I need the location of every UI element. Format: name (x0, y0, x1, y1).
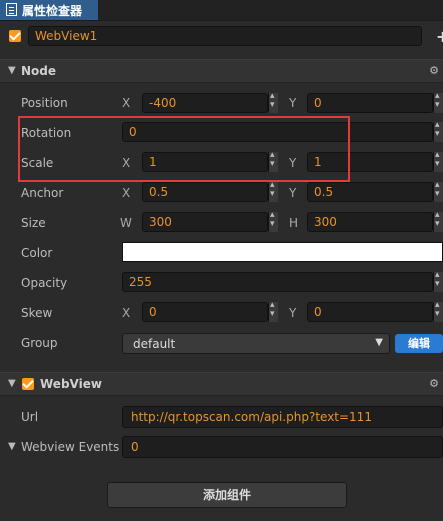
node-enabled-checkbox[interactable] (9, 30, 21, 42)
collapse-arrow-icon[interactable]: ▼ (8, 378, 16, 389)
size-label: Size (21, 216, 46, 230)
position-label: Position (21, 96, 68, 110)
group-select[interactable]: default ▼ (122, 333, 390, 354)
group-select-value: default (133, 337, 176, 351)
dropdown-caret-icon: ▼ (375, 337, 383, 348)
anchor-x-stepper[interactable] (268, 180, 278, 202)
size-h-axis: H (289, 216, 299, 230)
gear-icon[interactable]: ⚙ (429, 64, 439, 77)
size-h-stepper[interactable] (433, 210, 443, 232)
position-x-stepper[interactable] (268, 91, 278, 113)
add-component-button[interactable]: 添加组件 (107, 482, 347, 508)
node-section-title: Node (21, 64, 57, 78)
group-label: Group (21, 336, 58, 350)
skew-x-input[interactable]: 0 (142, 302, 268, 322)
gear-icon[interactable]: ⚙ (429, 377, 439, 390)
tab-label: 属性检查器 (22, 4, 83, 18)
position-y-stepper[interactable] (433, 91, 443, 113)
collapse-arrow-icon[interactable]: ▼ (8, 65, 16, 76)
node-section-header[interactable]: ▼ Node ⚙ (0, 59, 443, 83)
opacity-stepper[interactable] (433, 270, 443, 292)
add-icon[interactable]: + (436, 27, 443, 46)
webview-enabled-checkbox[interactable] (22, 378, 34, 390)
opacity-input[interactable]: 255 (122, 272, 433, 292)
skew-x-axis: X (122, 306, 131, 320)
color-swatch[interactable] (122, 242, 443, 262)
anchor-y-input[interactable]: 0.5 (307, 182, 433, 202)
size-w-axis: W (120, 216, 132, 230)
url-label: Url (21, 410, 39, 424)
url-input[interactable]: http://qr.topscan.com/api.php?text=111 (122, 406, 443, 428)
skew-y-stepper[interactable] (433, 300, 443, 322)
rotation-stepper[interactable] (433, 120, 443, 142)
skew-y-axis: Y (289, 306, 297, 320)
color-label: Color (21, 246, 53, 260)
edit-group-button[interactable]: 编辑 (395, 334, 443, 353)
position-x-input[interactable]: -400 (142, 93, 268, 113)
position-x-axis: X (122, 96, 131, 110)
size-h-input[interactable]: 300 (307, 212, 433, 232)
webview-events-label: Webview Events (21, 440, 120, 454)
webview-section-header[interactable]: ▼ WebView ⚙ (0, 372, 443, 396)
webview-events-count-input[interactable]: 0 (122, 436, 443, 458)
opacity-label: Opacity (21, 276, 68, 290)
size-w-input[interactable]: 300 (142, 212, 268, 232)
position-y-axis: Y (289, 96, 297, 110)
size-w-stepper[interactable] (268, 210, 278, 232)
anchor-y-axis: Y (289, 186, 297, 200)
tab-bar: 属性检查器 (0, 0, 443, 21)
inspector-icon (6, 3, 17, 16)
anchor-x-axis: X (122, 186, 131, 200)
webview-section-title: WebView (40, 377, 102, 391)
skew-x-stepper[interactable] (268, 300, 278, 322)
events-expand-arrow-icon[interactable]: ▼ (8, 441, 16, 452)
anchor-y-stepper[interactable] (433, 180, 443, 202)
anchor-x-input[interactable]: 0.5 (142, 182, 268, 202)
node-name-input[interactable]: WebView1 (28, 26, 422, 46)
skew-label: Skew (21, 306, 53, 320)
highlight-box (18, 116, 350, 182)
scale-y-stepper[interactable] (433, 150, 443, 172)
tab-inspector[interactable]: 属性检查器 (0, 0, 98, 20)
position-y-input[interactable]: 0 (307, 93, 433, 113)
skew-y-input[interactable]: 0 (307, 302, 433, 322)
anchor-label: Anchor (21, 186, 64, 200)
